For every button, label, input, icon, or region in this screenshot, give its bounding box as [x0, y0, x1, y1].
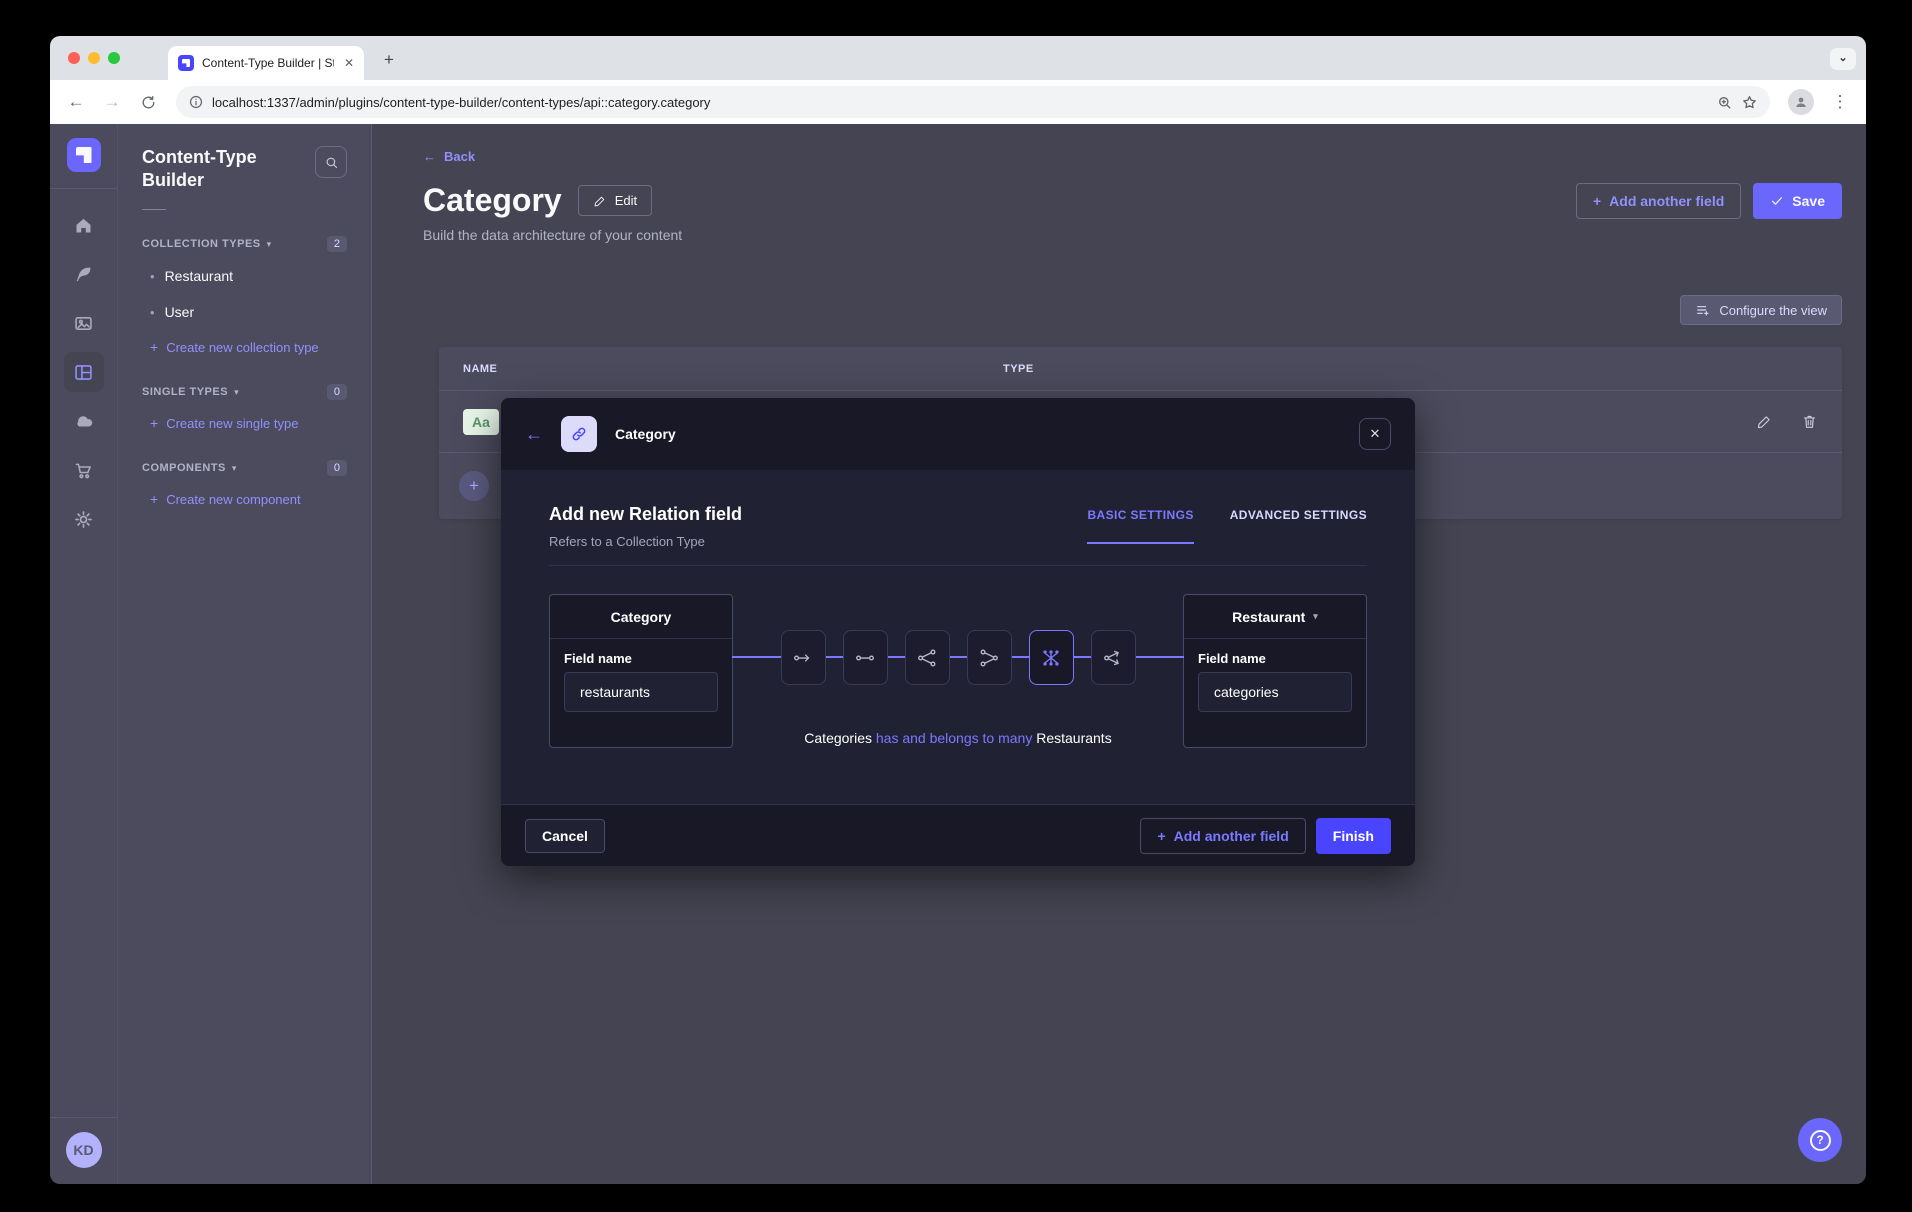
tab-basic-settings[interactable]: BASIC SETTINGS	[1087, 508, 1193, 544]
site-info-icon[interactable]	[188, 94, 204, 110]
mac-zoom-button[interactable]	[108, 52, 120, 64]
mac-window-controls	[68, 52, 120, 64]
zoom-icon[interactable]	[1716, 94, 1733, 111]
modal-close-button[interactable]: ✕	[1359, 418, 1391, 450]
browser-menu-button[interactable]: ⋮	[1824, 86, 1856, 118]
modal-title: Category	[615, 426, 676, 442]
mac-close-button[interactable]	[68, 52, 80, 64]
modal-body: Add new Relation field Refers to a Colle…	[501, 470, 1415, 804]
strapi-favicon-icon	[178, 55, 194, 71]
address-bar[interactable]: localhost:1337/admin/plugins/content-typ…	[176, 86, 1770, 118]
relation-type-picker: Categories has and belongs to many Resta…	[733, 594, 1183, 748]
many-way-icon	[1102, 647, 1124, 669]
source-field-label: Field name	[564, 651, 718, 666]
mac-minimize-button[interactable]	[88, 52, 100, 64]
caption-relation: has and belongs to many	[876, 730, 1032, 746]
url-text: localhost:1337/admin/plugins/content-typ…	[212, 95, 1708, 110]
new-tab-button[interactable]: +	[376, 47, 402, 73]
browser-reload-button[interactable]	[132, 86, 164, 118]
plus-icon: +	[1157, 828, 1165, 844]
relation-caption: Categories has and belongs to many Resta…	[733, 730, 1183, 748]
one-to-one-icon	[854, 647, 876, 669]
tab-close-icon[interactable]: ✕	[342, 56, 356, 70]
bookmark-star-icon[interactable]	[1741, 94, 1758, 111]
browser-window: Content-Type Builder | Strapi ✕ + ⌄ ← → …	[50, 36, 1866, 1184]
relation-type-badge	[561, 416, 597, 452]
link-icon	[570, 425, 588, 443]
relation-one-to-one-button[interactable]	[843, 630, 888, 685]
target-collection-select[interactable]: Restaurant ▾	[1184, 595, 1366, 639]
caption-source: Categories	[804, 730, 872, 746]
tab-search-button[interactable]: ⌄	[1830, 48, 1856, 70]
modal-add-field-label: Add another field	[1174, 828, 1289, 844]
one-way-icon	[792, 647, 814, 669]
strapi-admin-page: KD Content-Type Builder COLLECTION TYPES…	[50, 124, 1866, 1184]
many-to-one-icon	[978, 647, 1000, 669]
tab-title: Content-Type Builder | Strapi	[202, 56, 334, 70]
relation-one-to-many-button[interactable]	[905, 630, 950, 685]
chevron-down-icon: ▾	[1313, 611, 1318, 622]
source-card-title: Category	[550, 595, 732, 639]
modal-header: ← Category ✕	[501, 398, 1415, 470]
many-to-many-icon	[1040, 647, 1062, 669]
relation-many-way-button[interactable]	[1091, 630, 1136, 685]
relation-one-way-button[interactable]	[781, 630, 826, 685]
source-card: Category Field name	[549, 594, 733, 748]
target-card-title: Restaurant	[1232, 609, 1305, 625]
cancel-button[interactable]: Cancel	[525, 819, 605, 853]
modal-subheading: Refers to a Collection Type	[549, 534, 742, 549]
browser-toolbar: ← → localhost:1337/admin/plugins/content…	[50, 80, 1866, 124]
target-field-input[interactable]	[1198, 672, 1352, 712]
browser-tab-strip: Content-Type Builder | Strapi ✕ + ⌄	[50, 36, 1866, 80]
one-to-many-icon	[916, 647, 938, 669]
browser-forward-button[interactable]: →	[96, 86, 128, 118]
modal-add-another-field-button[interactable]: + Add another field	[1140, 818, 1305, 854]
relation-configurator: Category Field name	[549, 594, 1367, 748]
modal-footer: Cancel + Add another field Finish	[501, 804, 1415, 866]
modal-heading: Add new Relation field	[549, 504, 742, 525]
tab-advanced-settings[interactable]: ADVANCED SETTINGS	[1230, 508, 1367, 543]
person-icon	[1793, 94, 1809, 110]
target-card: Restaurant ▾ Field name	[1183, 594, 1367, 748]
modal-back-button[interactable]: ←	[525, 424, 543, 445]
reload-icon	[140, 94, 157, 111]
add-relation-modal: ← Category ✕ Add new Relation field Refe…	[501, 398, 1415, 866]
relation-many-to-many-button[interactable]	[1029, 630, 1074, 685]
source-field-input[interactable]	[564, 672, 718, 712]
browser-back-button[interactable]: ←	[60, 86, 92, 118]
browser-profile-avatar[interactable]	[1788, 89, 1814, 115]
target-field-label: Field name	[1198, 651, 1352, 666]
modal-tabs: BASIC SETTINGS ADVANCED SETTINGS	[1087, 504, 1367, 543]
caption-target: Restaurants	[1036, 730, 1111, 746]
browser-tab[interactable]: Content-Type Builder | Strapi ✕	[168, 46, 364, 80]
finish-button[interactable]: Finish	[1316, 818, 1391, 854]
relation-many-to-one-button[interactable]	[967, 630, 1012, 685]
